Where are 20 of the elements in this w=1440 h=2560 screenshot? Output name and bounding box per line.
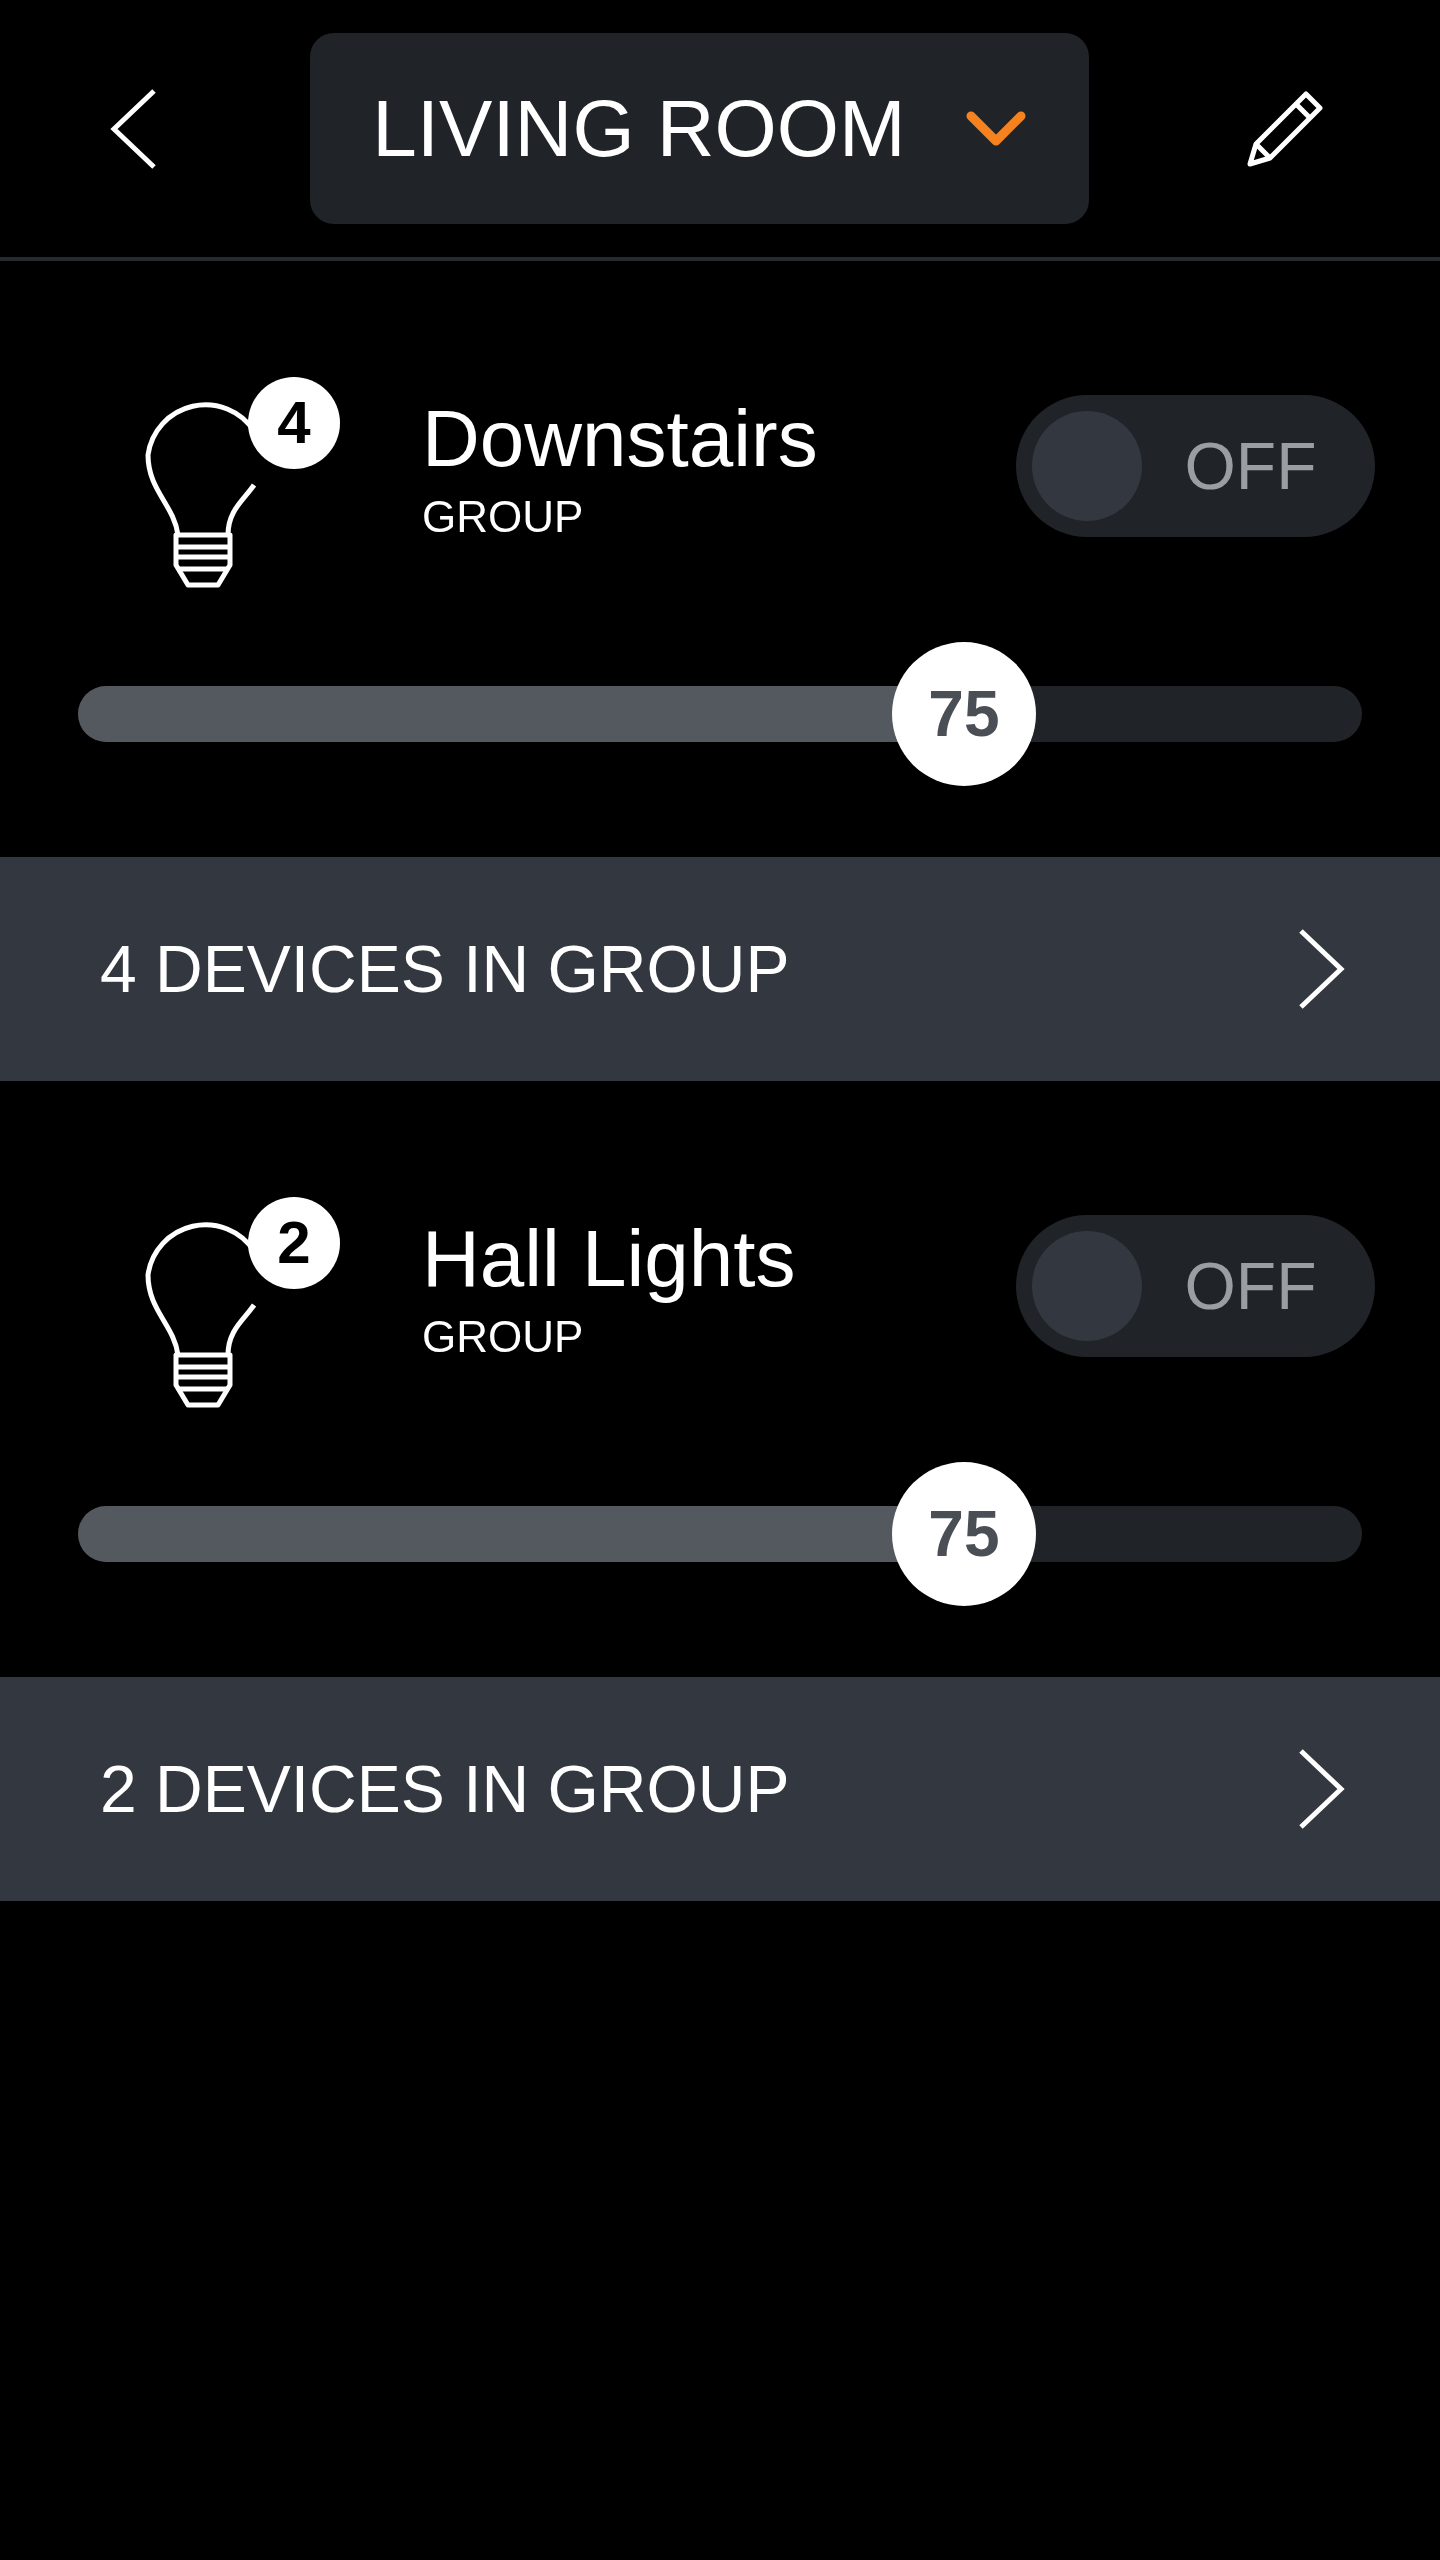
devices-row[interactable]: 2 DEVICES IN GROUP (0, 1677, 1440, 1901)
power-toggle[interactable]: OFF (1016, 395, 1375, 537)
chevron-right-icon (1297, 1747, 1345, 1831)
group-name: Downstairs (422, 392, 818, 485)
slider-thumb[interactable]: 75 (891, 1462, 1036, 1606)
count-badge: 4 (248, 377, 340, 469)
brightness-slider[interactable]: 75 (78, 642, 1362, 786)
back-button[interactable] (110, 86, 158, 171)
slider-thumb[interactable]: 75 (891, 642, 1036, 786)
devices-row[interactable]: 4 DEVICES IN GROUP (0, 857, 1440, 1081)
count-badge: 2 (248, 1197, 340, 1289)
group-type: GROUP (422, 490, 585, 543)
group-type: GROUP (422, 1310, 585, 1363)
chevron-right-icon (1297, 927, 1345, 1011)
brightness-slider[interactable]: 75 (78, 1462, 1362, 1606)
power-toggle[interactable]: OFF (1016, 1215, 1375, 1357)
caret-icon (965, 110, 1026, 147)
room-dropdown[interactable]: LIVING ROOM (309, 33, 1089, 224)
group-name: Hall Lights (422, 1212, 796, 1305)
chevron-left-icon (110, 86, 158, 171)
